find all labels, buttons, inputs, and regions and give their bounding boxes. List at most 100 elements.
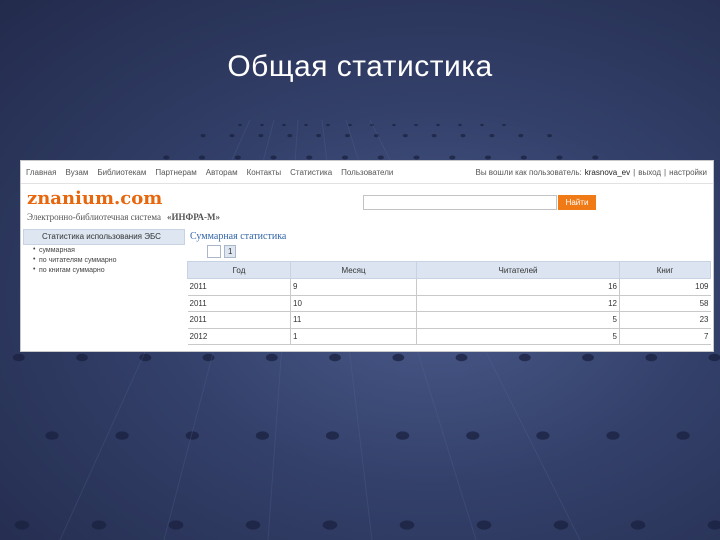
username[interactable]: krasnova_ev xyxy=(585,168,630,177)
background-dot xyxy=(392,123,396,127)
table-header-row: Год Месяц Читателей Книг xyxy=(187,261,711,279)
background-dot xyxy=(304,123,308,127)
background-dot xyxy=(265,353,278,362)
cell-year: 2011 xyxy=(187,311,291,329)
background-dot xyxy=(168,520,184,530)
background-dot xyxy=(329,353,341,362)
sidebar-item-by-readers[interactable]: по читателям суммарно xyxy=(23,255,185,265)
nav-menu: Главная Вузам Библиотекам Партнерам Авто… xyxy=(21,168,402,177)
background-dot xyxy=(414,123,418,127)
background-dot xyxy=(348,123,352,127)
background-dot xyxy=(45,431,59,440)
user-prefix: Вы вошли как пользователь: xyxy=(475,167,582,177)
nav-item-home[interactable]: Главная xyxy=(26,168,56,177)
nav-item-contacts[interactable]: Контакты xyxy=(247,168,282,177)
background-dot xyxy=(402,134,408,138)
embedded-screenshot: Главная Вузам Библиотекам Партнерам Авто… xyxy=(20,160,714,352)
background-dot xyxy=(480,123,484,127)
background-dot xyxy=(306,155,313,160)
nav-item-partners[interactable]: Партнерам xyxy=(155,168,196,177)
background-dot xyxy=(518,353,531,362)
nav-item-libraries[interactable]: Библиотекам xyxy=(97,168,146,177)
cell-books: 109 xyxy=(619,278,711,296)
sidebar-heading[interactable]: Статистика использования ЭБС xyxy=(23,229,185,245)
background-dot xyxy=(396,431,410,440)
background-dot xyxy=(345,134,350,138)
search-input[interactable] xyxy=(363,195,557,210)
background-dot xyxy=(520,155,527,160)
background-dot xyxy=(676,431,690,440)
background-dot xyxy=(255,431,269,440)
background-dot xyxy=(260,123,264,127)
table-row: 2011 11 5 23 xyxy=(187,311,711,329)
cell-books: 23 xyxy=(619,311,711,329)
background-dot xyxy=(245,520,261,530)
background-dot xyxy=(489,134,495,138)
statistics-table: Год Месяц Читателей Книг 2011 9 16 109 2… xyxy=(187,261,711,345)
sidebar-item-summary[interactable]: суммарная xyxy=(23,245,185,255)
brand-row: znanium.com Электронно-библиотечная сист… xyxy=(21,184,713,224)
page-title: Суммарная статистика xyxy=(190,231,287,242)
publisher-name: «ИНФРА-М» xyxy=(166,212,221,222)
search-button[interactable]: Найти xyxy=(558,195,596,210)
background-dot xyxy=(592,155,599,160)
settings-link[interactable]: настройки xyxy=(669,168,707,177)
slide-title: Общая статистика xyxy=(227,50,493,83)
background-dot xyxy=(234,155,241,160)
top-navigation: Главная Вузам Библиотекам Партнерам Авто… xyxy=(21,161,713,184)
cell-year: 2011 xyxy=(187,295,291,312)
site-subtitle: Электронно-библиотечная система «ИНФРА-М» xyxy=(27,212,220,222)
background-dot xyxy=(431,134,437,138)
background-dot xyxy=(12,353,25,362)
background-dot xyxy=(630,520,646,530)
logout-link[interactable]: выход xyxy=(638,168,661,177)
background-dot xyxy=(518,134,524,138)
nav-separator: | xyxy=(633,167,636,177)
background-dot xyxy=(466,431,480,440)
background-dot xyxy=(536,431,550,440)
background-dot xyxy=(115,431,129,440)
background-dot xyxy=(547,134,552,138)
cell-year: 2012 xyxy=(187,328,291,345)
background-dot xyxy=(458,123,462,127)
nav-item-statistics[interactable]: Статистика xyxy=(290,168,332,177)
background-dot xyxy=(258,134,264,138)
main-content: Суммарная статистика 1 Год Месяц Читател… xyxy=(187,231,711,345)
background-dot xyxy=(14,520,30,530)
cell-readers: 16 xyxy=(416,278,620,296)
pagination: 1 xyxy=(207,245,711,258)
background-dot xyxy=(606,431,620,440)
background-dot xyxy=(484,155,492,160)
background-dot xyxy=(200,134,206,138)
background-dot xyxy=(708,353,720,362)
cell-books: 7 xyxy=(619,328,711,345)
cell-readers: 5 xyxy=(416,311,620,329)
background-dot xyxy=(707,520,720,530)
cell-month: 10 xyxy=(290,295,417,312)
background-dot xyxy=(229,134,235,138)
background-dot xyxy=(377,155,384,160)
pager-page-current[interactable]: 1 xyxy=(224,245,237,258)
background-dot xyxy=(325,431,340,440)
pager-blank xyxy=(207,245,221,258)
background-dot xyxy=(460,134,466,138)
sidebar-item-by-books[interactable]: по книгам суммарно xyxy=(23,265,185,275)
background-dot xyxy=(270,155,277,160)
nav-item-authors[interactable]: Авторам xyxy=(206,168,238,177)
background-dot xyxy=(76,353,88,362)
background-dot xyxy=(553,520,569,530)
background-dot xyxy=(341,155,349,160)
nav-item-users[interactable]: Пользователи xyxy=(341,168,393,177)
site-logo[interactable]: znanium.com xyxy=(27,188,162,209)
background-dot xyxy=(326,123,330,127)
background-dot xyxy=(455,353,468,362)
table-row: 2011 10 12 58 xyxy=(187,295,711,312)
cell-month: 1 xyxy=(290,328,417,345)
background-dot xyxy=(449,155,456,160)
cell-month: 9 xyxy=(290,278,417,296)
cell-year: 2011 xyxy=(187,278,291,296)
background-dot xyxy=(476,520,492,530)
column-header-books: Книг xyxy=(619,261,711,279)
nav-item-universities[interactable]: Вузам xyxy=(65,168,88,177)
background-dot xyxy=(645,353,658,362)
